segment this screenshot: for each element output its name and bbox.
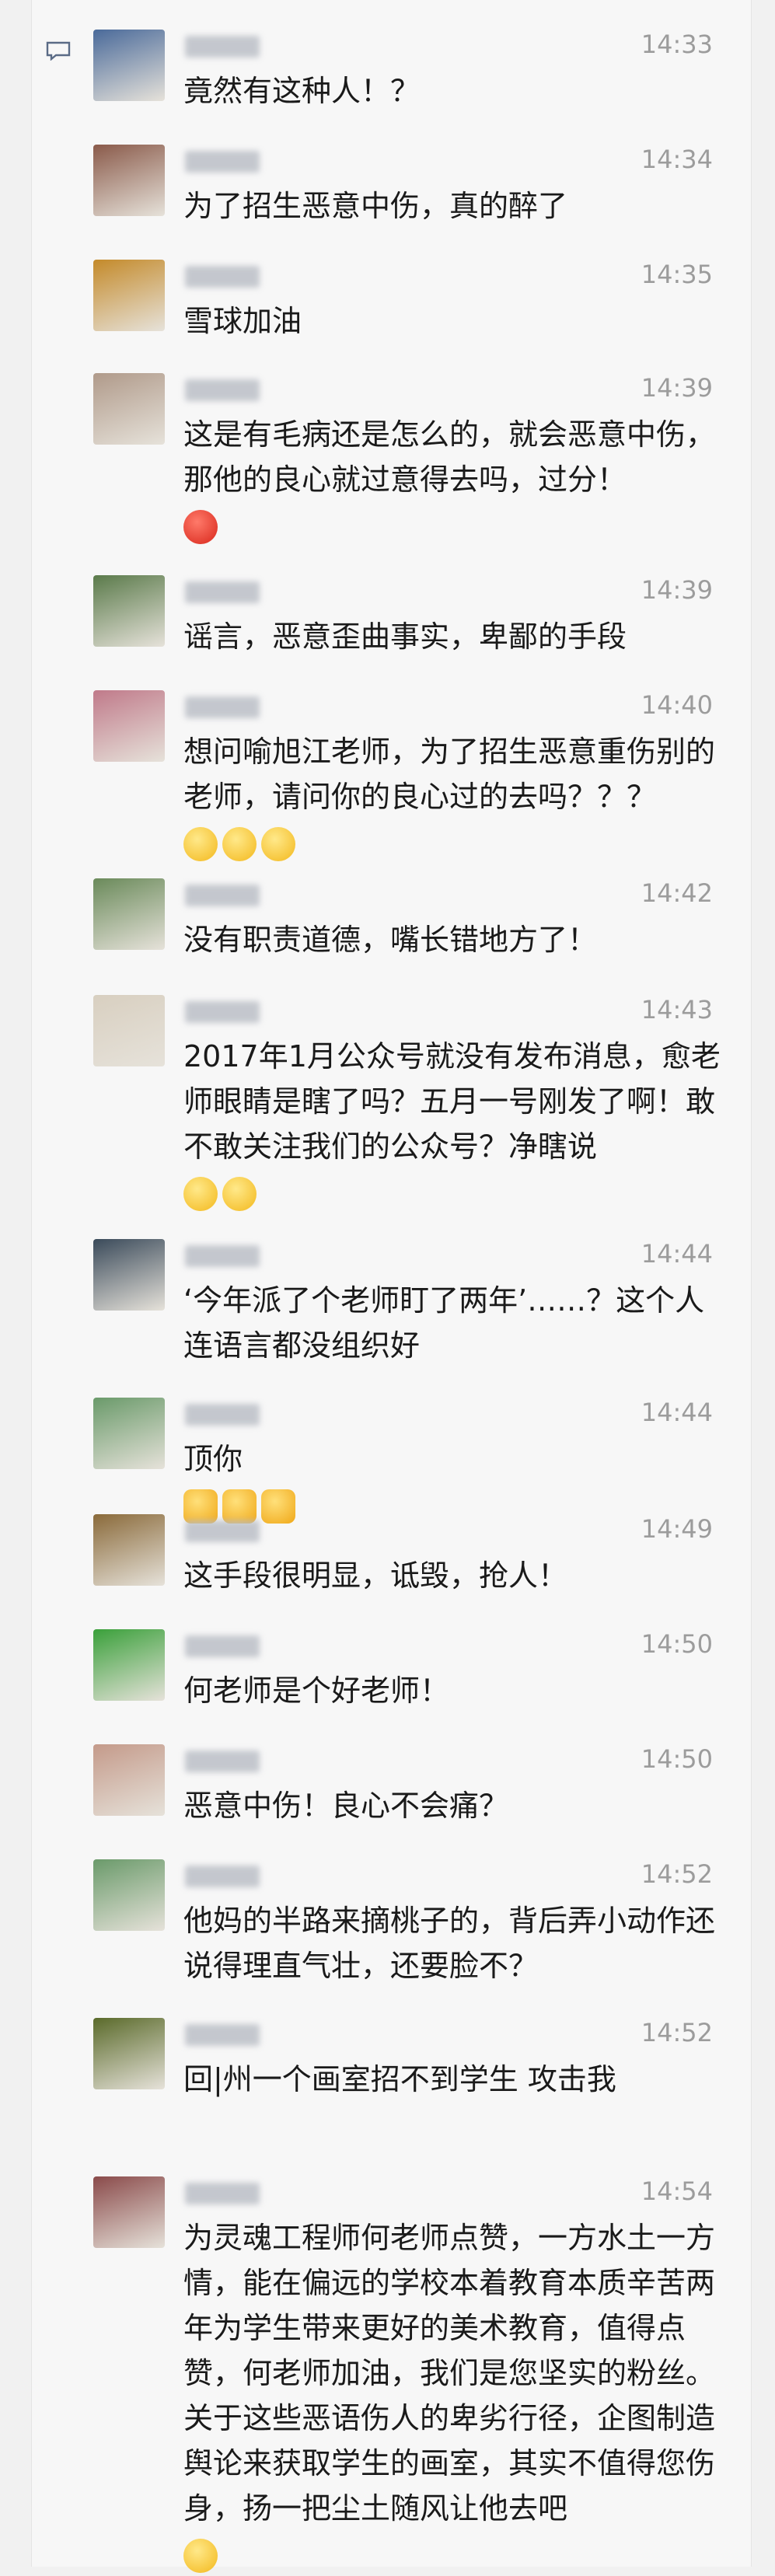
- angry-emoji-icon: [183, 509, 218, 544]
- comment-time: 14:44: [641, 1398, 713, 1427]
- smile-emoji-icon: [183, 2538, 218, 2573]
- name-blurred[interactable]: [185, 1245, 260, 1267]
- smile-emoji-icon: [261, 826, 295, 861]
- name-blurred[interactable]: [185, 581, 260, 603]
- avatar[interactable]: [93, 30, 165, 101]
- thumb-emoji-icon: [261, 1489, 295, 1524]
- comment-text: 雪球加油: [183, 304, 302, 338]
- avatar[interactable]: [93, 1398, 165, 1469]
- comment-time: 14:49: [641, 1514, 713, 1544]
- avatar[interactable]: [93, 145, 165, 216]
- comment-time: 14:54: [641, 2176, 713, 2206]
- comment-text: 恶意中伤！良心不会痛？: [183, 1789, 509, 1823]
- avatar[interactable]: [93, 2176, 165, 2248]
- comment-time: 14:39: [641, 373, 713, 403]
- comment-text: 顶你: [183, 1436, 731, 1527]
- smile-emoji-icon: [222, 1176, 257, 1211]
- avatar[interactable]: [93, 2018, 165, 2089]
- comment-text: 没有职责道德，嘴长错地方了！: [183, 923, 598, 957]
- avatar[interactable]: [93, 373, 165, 445]
- comment-text: 2017年1月公众号就没有发布消息，愈老师眼睛是瞎了吗？五月一号刚发了啊！敢不敢…: [183, 1034, 731, 1214]
- avatar[interactable]: [93, 690, 165, 762]
- comment-text: 他妈的半路来摘桃子的，背后弄小动作还说得理直气壮，还要脸不？: [183, 1904, 716, 1983]
- comment-text: 谣言，恶意歪曲事实，卑鄙的手段: [183, 620, 627, 654]
- comment-time: 14:52: [641, 2018, 713, 2047]
- name-blurred[interactable]: [185, 1404, 260, 1426]
- avatar[interactable]: [93, 1629, 165, 1701]
- comment-icon[interactable]: [45, 40, 72, 61]
- thumb-emoji-icon: [183, 1489, 218, 1524]
- name-blurred[interactable]: [185, 1866, 260, 1887]
- name-blurred[interactable]: [185, 266, 260, 288]
- comment-time: 14:52: [641, 1859, 713, 1889]
- comment-time: 14:39: [641, 575, 713, 605]
- comment-time: 14:33: [641, 30, 713, 59]
- smile-emoji-icon: [183, 826, 218, 861]
- avatar[interactable]: [93, 1744, 165, 1816]
- comment-time: 14:50: [641, 1744, 713, 1774]
- avatar[interactable]: [93, 1239, 165, 1311]
- comment-text: 为灵魂工程师何老师点赞，一方水土一方情，能在偏远的学校本着教育本质辛苦两年为学生…: [183, 2215, 731, 2576]
- comment-text: 这手段很明显，诋毁，抢人！: [183, 1559, 568, 1593]
- comment-text: 何老师是个好老师！: [183, 1674, 450, 1708]
- comment-text: 为了招生恶意中伤，真的醉了: [183, 189, 568, 223]
- smile-emoji-icon: [222, 826, 257, 861]
- comment-time: 14:35: [641, 260, 713, 289]
- name-blurred[interactable]: [185, 1001, 260, 1023]
- name-blurred[interactable]: [185, 696, 260, 718]
- comment-time: 14:44: [641, 1239, 713, 1269]
- avatar[interactable]: [93, 1514, 165, 1586]
- avatar[interactable]: [93, 260, 165, 331]
- smile-emoji-icon: [183, 1176, 218, 1211]
- name-blurred[interactable]: [185, 2183, 260, 2204]
- avatar[interactable]: [93, 995, 165, 1066]
- comment-time: 14:34: [641, 145, 713, 174]
- name-blurred[interactable]: [185, 379, 260, 401]
- comment-text: ‘今年派了个老师盯了两年’……？这个人连语言都没组织好: [183, 1283, 705, 1363]
- name-blurred[interactable]: [185, 36, 260, 58]
- name-blurred[interactable]: [185, 2024, 260, 2046]
- avatar[interactable]: [93, 878, 165, 950]
- avatar[interactable]: [93, 1859, 165, 1931]
- comment-text: 回|州一个画室招不到学生 攻击我: [183, 2062, 616, 2096]
- name-blurred[interactable]: [185, 1520, 260, 1542]
- comment-text: 竟然有这种人！？: [183, 74, 421, 108]
- comment-time: 14:42: [641, 878, 713, 908]
- name-blurred[interactable]: [185, 1750, 260, 1772]
- comment-time: 14:50: [641, 1629, 713, 1659]
- comment-text: 想问喻旭江老师，为了招生恶意重伤别的老师，请问你的良心过的去吗？？？: [183, 729, 731, 864]
- comment-time: 14:43: [641, 995, 713, 1024]
- avatar[interactable]: [93, 575, 165, 647]
- thumb-emoji-icon: [222, 1489, 257, 1524]
- name-blurred[interactable]: [185, 1635, 260, 1657]
- name-blurred[interactable]: [185, 151, 260, 173]
- comment-time: 14:40: [641, 690, 713, 720]
- comment-text: 这是有毛病还是怎么的，就会恶意中伤，那他的良心就过意得去吗，过分！: [183, 412, 731, 547]
- name-blurred[interactable]: [185, 885, 260, 906]
